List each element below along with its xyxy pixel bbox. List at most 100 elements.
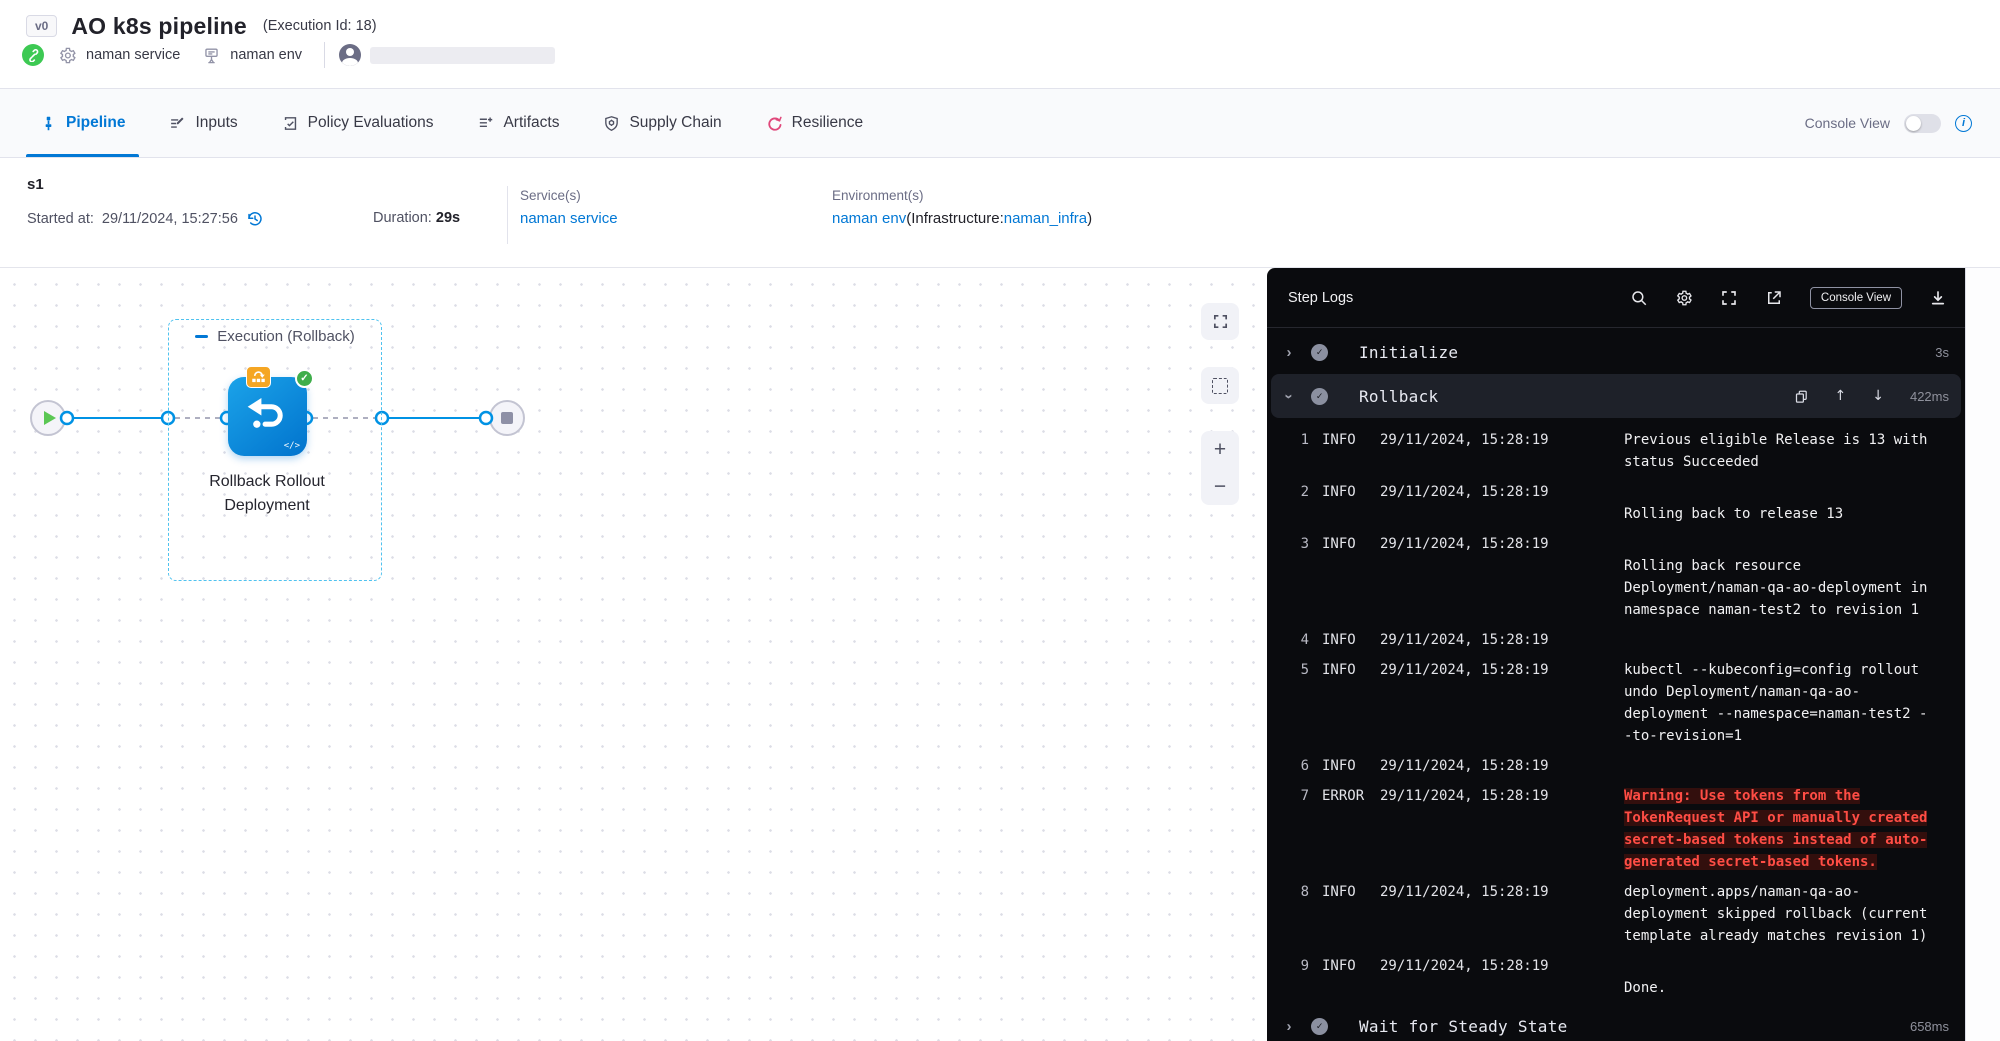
page-header: v0 AO k8s pipeline (Execution Id: 18) na… [0,0,2000,88]
services-column: Service(s) naman service [520,188,618,227]
log-level: INFO [1322,881,1368,903]
log-settings-gear-icon[interactable] [1675,289,1693,307]
redacted-user-identifier [370,47,555,64]
log-timestamp: 29/11/2024, 15:28:19 [1380,785,1552,807]
log-timestamp: 29/11/2024, 15:28:19 [1380,659,1552,681]
log-message-line: secret-based tokens instead of auto- [1624,829,1927,851]
console-view-toggle[interactable] [1904,114,1941,133]
code-glyph: </> [284,441,300,451]
log-message: deployment.apps/naman-qa-ao-deployment s… [1624,881,1927,947]
zoom-out-button[interactable]: − [1201,468,1239,505]
log-message-line: Deployment/naman-qa-ao-deployment in [1624,577,1927,599]
log-message-line [1624,481,1843,503]
log-line-number: 1 [1291,429,1309,451]
log-message: kubectl --kubeconfig=config rolloutundo … [1624,659,1927,747]
execution-tab-bar: Pipeline Inputs Policy Evaluations Artif… [0,88,2000,158]
environments-column: Environment(s) naman env(Infrastructure:… [832,188,1092,227]
page-scroll-gutter[interactable] [1965,268,2000,1041]
log-message-line: Rolling back resource [1624,555,1927,577]
canvas-fullscreen-button[interactable] [1201,303,1239,340]
stage-summary-bar: s1 Started at: 29/11/2024, 15:27:56 Dura… [0,158,2000,268]
scroll-to-bottom-icon[interactable]: ↓ [1872,388,1884,404]
log-level: INFO [1322,629,1368,651]
canvas-select-area-button[interactable] [1201,367,1239,404]
infrastructure-link[interactable]: naman_infra [1004,210,1087,227]
zoom-in-button[interactable]: + [1201,431,1239,468]
log-message-line: status Succeeded [1624,451,1927,473]
tab-inputs[interactable]: Inputs [169,89,237,157]
log-entry: 8 INFO 29/11/2024, 15:28:19 deployment.a… [1291,881,1955,947]
chevron-right-icon[interactable]: › [1281,1018,1297,1035]
environments-label: Environment(s) [832,188,1092,203]
header-divider [324,42,325,68]
log-entry: 7 ERROR 29/11/2024, 15:28:19 Warning: Us… [1291,785,1955,873]
log-message: Rolling back resourceDeployment/naman-qa… [1624,533,1927,621]
step-node-label: Rollback Rollout Deployment [167,470,367,518]
pipeline-icon [40,115,57,132]
tab-policy-evaluations[interactable]: Policy Evaluations [282,89,434,157]
section-duration: 658ms [1910,1019,1949,1034]
copy-logs-icon[interactable] [1794,389,1809,404]
chevron-right-icon[interactable]: › [1281,344,1297,361]
tab-pipeline[interactable]: Pipeline [40,89,125,157]
info-icon[interactable]: i [1955,115,1972,132]
chevron-down-icon[interactable]: › [1281,388,1298,404]
log-message-line: Warning: Use tokens from the [1624,785,1927,807]
pipeline-canvas[interactable]: Execution (Rollback) ✓ </> Rollback Roll… [0,268,1267,1041]
pipeline-execution-page: v0 AO k8s pipeline (Execution Id: 18) na… [0,0,2000,1041]
group-title-text: Execution (Rollback) [217,328,355,345]
log-entry: 3 INFO 29/11/2024, 15:28:19 Rolling back… [1291,533,1955,621]
log-timestamp: 29/11/2024, 15:28:19 [1380,755,1552,777]
log-line-number: 2 [1291,481,1309,503]
toggle-knob [1906,116,1921,131]
execution-history-icon[interactable] [246,210,264,228]
policy-evaluations-icon [282,115,299,132]
log-line-number: 8 [1291,881,1309,903]
log-search-icon[interactable] [1630,289,1648,307]
stage-name[interactable]: s1 [27,176,44,193]
log-section-initialize[interactable]: › ✓ Initialize 3s [1267,333,1965,371]
section-duration: 422ms [1910,389,1949,404]
section-name: Initialize [1359,343,1458,362]
log-level: INFO [1322,955,1368,977]
log-message-line: Previous eligible Release is 13 with [1624,429,1927,451]
inputs-icon [169,115,186,132]
log-line-number: 9 [1291,955,1309,977]
collapse-group-icon[interactable] [195,335,208,338]
resilience-icon [766,115,783,132]
header-meta-row: naman service naman env [22,42,555,68]
log-message-line: -to-revision=1 [1624,725,1927,747]
environment-icon [202,46,221,65]
tab-artifacts[interactable]: Artifacts [477,89,559,157]
started-at: Started at: 29/11/2024, 15:27:56 [27,210,264,228]
console-view-button[interactable]: Console View [1810,287,1902,309]
user-avatar-icon [339,44,361,66]
log-message-line: namespace naman-test2 to revision 1 [1624,599,1927,621]
section-success-check-icon: ✓ [1311,388,1328,405]
environment-link[interactable]: naman env [832,210,906,227]
log-timestamp: 29/11/2024, 15:28:19 [1380,881,1552,903]
rollback-step-node[interactable]: ✓ </> [228,377,307,456]
log-level: ERROR [1322,785,1368,807]
log-fullscreen-icon[interactable] [1720,289,1738,307]
log-message-line: TokenRequest API or manually created [1624,807,1927,829]
tab-supply-chain[interactable]: Supply Chain [603,89,721,157]
log-message-line [1624,533,1927,555]
started-at-value: 29/11/2024, 15:27:56 [102,211,238,227]
log-message-line: deployment --namespace=naman-test2 - [1624,703,1927,725]
log-section-rollback[interactable]: › ✓ Rollback ↑ ↓ 422ms [1271,374,1961,418]
log-section-wait-for-steady-state[interactable]: › ✓ Wait for Steady State 658ms [1267,1007,1965,1041]
log-entry: 5 INFO 29/11/2024, 15:28:19 kubectl --ku… [1291,659,1955,747]
scroll-to-top-icon[interactable]: ↑ [1835,388,1847,404]
log-message-line: template already matches revision 1) [1624,925,1927,947]
log-message-line: generated secret-based tokens. [1624,851,1927,873]
log-message-line: deployment skipped rollback (current [1624,903,1927,925]
log-message: Previous eligible Release is 13 withstat… [1624,429,1927,473]
log-download-icon[interactable] [1929,289,1947,307]
service-link[interactable]: naman service [520,210,618,227]
tab-resilience[interactable]: Resilience [766,89,864,157]
log-open-in-new-icon[interactable] [1765,289,1783,307]
console-view-cluster: Console View i [1805,89,1972,157]
log-entry: 2 INFO 29/11/2024, 15:28:19 Rolling back… [1291,481,1955,525]
step-node-label-line2: Deployment [167,494,367,518]
